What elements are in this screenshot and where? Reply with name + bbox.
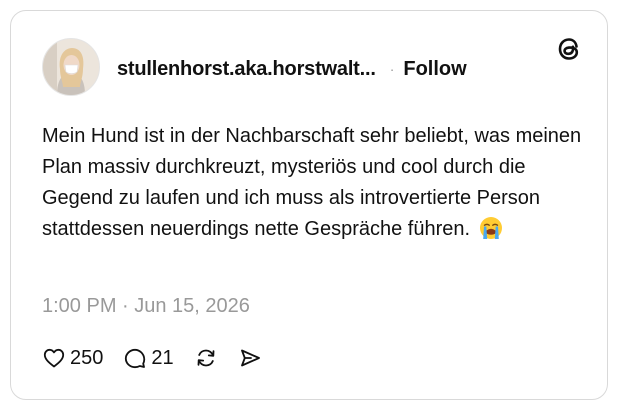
avatar[interactable] bbox=[42, 38, 100, 96]
comment-icon bbox=[125, 348, 146, 369]
crying-emoji-icon bbox=[479, 216, 503, 240]
reply-count: 21 bbox=[151, 346, 174, 369]
username-link[interactable]: stullenhorst.aka.horstwalt... bbox=[117, 58, 376, 81]
share-button[interactable] bbox=[238, 346, 262, 370]
like-button[interactable]: 250 bbox=[42, 346, 103, 370]
heart-icon bbox=[43, 348, 65, 368]
separator-dot: · bbox=[389, 61, 395, 77]
repost-button[interactable] bbox=[194, 346, 218, 370]
post-header: stullenhorst.aka.horstwalt... · Follow bbox=[117, 56, 467, 82]
follow-button[interactable]: Follow bbox=[403, 58, 466, 81]
post-body: Mein Hund ist in der Nachbarschaft sehr … bbox=[42, 121, 582, 245]
action-bar: 250 21 bbox=[42, 344, 282, 372]
send-icon bbox=[240, 349, 260, 367]
post-card: stullenhorst.aka.horstwalt... · Follow M… bbox=[10, 10, 608, 400]
like-count: 250 bbox=[70, 346, 104, 369]
threads-logo-icon[interactable] bbox=[555, 35, 583, 63]
reply-button[interactable]: 21 bbox=[123, 346, 174, 370]
repost-icon bbox=[197, 349, 215, 367]
post-timestamp[interactable]: 1:00 PM · Jun 15, 2026 bbox=[42, 295, 250, 318]
